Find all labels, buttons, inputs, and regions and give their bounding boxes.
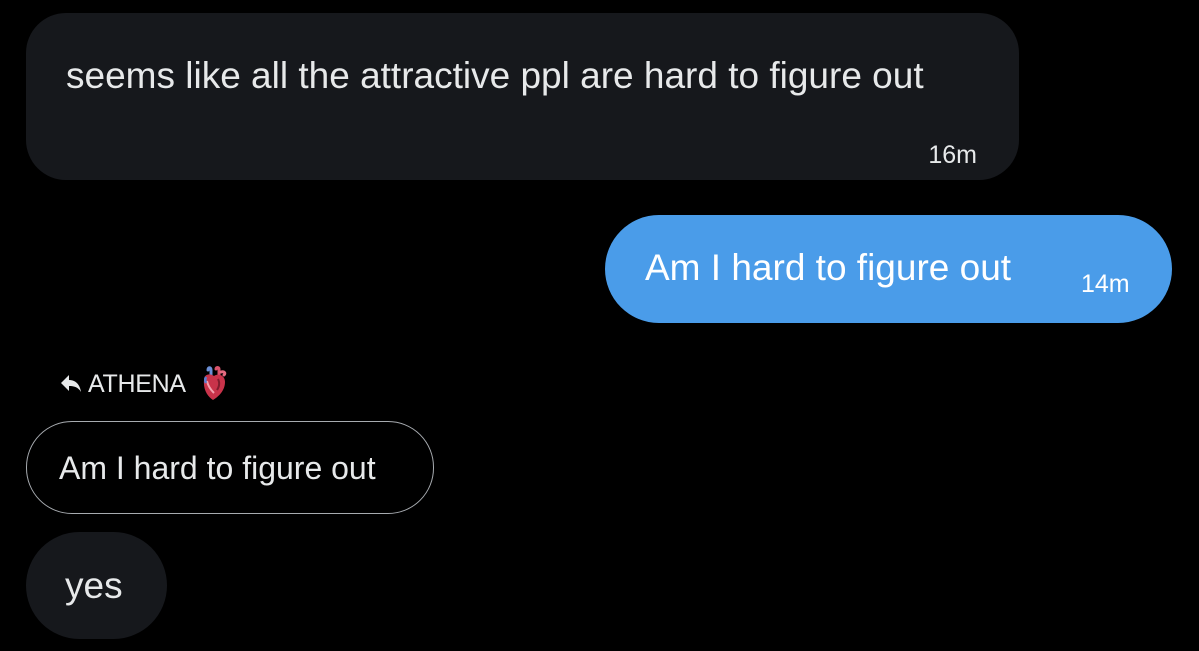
- quoted-message-bubble[interactable]: Am I hard to figure out: [26, 421, 434, 514]
- incoming-message-bubble[interactable]: yes: [26, 532, 167, 639]
- incoming-message-bubble[interactable]: seems like all the attractive ppl are ha…: [26, 13, 1019, 180]
- quoted-message-text: Am I hard to figure out: [59, 450, 376, 486]
- reply-sender-name: ATHENA: [88, 370, 186, 398]
- reply-context-header: ATHENA: [60, 366, 228, 402]
- message-text: Am I hard to figure out: [645, 247, 1012, 288]
- outgoing-message-bubble[interactable]: Am I hard to figure out 14m: [605, 215, 1172, 323]
- message-timestamp: 16m: [928, 141, 977, 169]
- message-timestamp: 14m: [1081, 270, 1130, 298]
- anatomical-heart-icon: [200, 366, 228, 402]
- message-text: seems like all the attractive ppl are ha…: [66, 55, 924, 96]
- message-text: yes: [65, 565, 123, 606]
- reply-arrow-icon: [60, 374, 82, 394]
